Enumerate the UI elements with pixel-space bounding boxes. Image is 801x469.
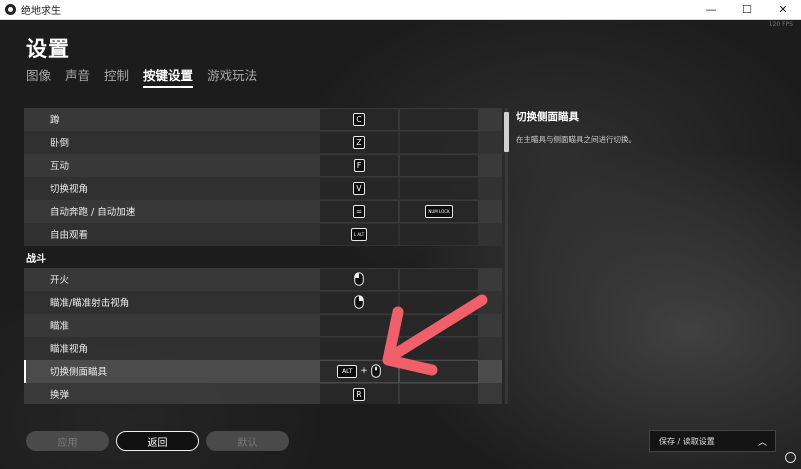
key-cap: C <box>353 112 365 126</box>
key-cap: R <box>353 387 365 401</box>
minimize-button[interactable]: — <box>693 0 729 20</box>
game-window: 绝地求生 — ☐ ✕ 120 FPS 设置 图像 声音 控制 按键设置 游戏玩法… <box>0 0 801 469</box>
binding-label: 切换侧面瞄具 <box>50 367 108 379</box>
tab-key-bindings[interactable]: 按键设置 <box>143 65 194 88</box>
binding-label: 自由观看 <box>50 230 89 242</box>
scrollbar-thumb[interactable] <box>504 112 509 152</box>
binding-label: 互动 <box>50 161 70 173</box>
binding-row-fire[interactable]: 开火 <box>24 268 502 291</box>
binding-label: 切换视角 <box>50 184 89 196</box>
binding-label: 换弹 <box>50 390 70 402</box>
primary-key-slot[interactable]: V <box>320 178 398 199</box>
primary-key-slot[interactable]: R <box>320 384 398 404</box>
key-cap: F <box>353 158 365 172</box>
settings-tabs: 图像 声音 控制 按键设置 游戏玩法 <box>26 65 271 88</box>
back-button[interactable]: 返回 <box>116 431 199 451</box>
binding-row-toggle-view[interactable]: 切换视角 V <box>24 177 502 200</box>
description-title: 切换侧面瞄具 <box>516 111 579 123</box>
save-load-settings-dropdown[interactable]: 保存 / 读取设置 ︿ <box>649 430 776 452</box>
tab-control[interactable]: 控制 <box>104 65 129 88</box>
binding-row-prone[interactable]: 卧倒 Z <box>24 131 502 154</box>
primary-key-slot[interactable]: L ALT <box>320 224 398 245</box>
binding-row-interact[interactable]: 互动 F <box>24 154 502 177</box>
binding-label: 瞄准 <box>50 321 70 333</box>
tab-gameplay[interactable]: 游戏玩法 <box>207 65 257 88</box>
binding-row-free-look[interactable]: 自由观看 L ALT <box>24 223 502 246</box>
close-button[interactable]: ✕ <box>765 0 801 20</box>
scrollbar-track[interactable] <box>505 108 508 404</box>
secondary-key-slot[interactable] <box>400 109 478 130</box>
binding-row-crouch[interactable]: 蹲 C <box>24 108 502 131</box>
loading-ring-icon <box>785 452 796 463</box>
title-bar: 绝地求生 — ☐ ✕ <box>0 0 801 20</box>
key-cap: L ALT <box>350 227 368 241</box>
key-cap: = <box>352 204 366 218</box>
secondary-key-slot[interactable]: NUM LOCK <box>400 201 478 222</box>
secondary-key-slot[interactable] <box>400 155 478 176</box>
section-header-combat: 战斗 <box>26 253 46 265</box>
secondary-key-slot[interactable] <box>400 224 478 245</box>
app-logo-icon <box>5 4 16 15</box>
binding-label: 瞄准/瞄准射击视角 <box>50 298 130 310</box>
secondary-key-slot[interactable] <box>400 178 478 199</box>
primary-key-slot[interactable]: Z <box>320 132 398 153</box>
mouse-left-icon <box>354 272 364 287</box>
binding-label: 卧倒 <box>50 138 70 150</box>
key-cap: V <box>353 181 365 195</box>
fps-counter: 120 FPS <box>768 21 793 28</box>
maximize-button[interactable]: ☐ <box>729 0 765 20</box>
page-title: 设置 <box>26 37 70 61</box>
window-title: 绝地求生 <box>21 6 61 17</box>
save-load-label: 保存 / 读取设置 <box>659 436 715 446</box>
binding-label: 蹲 <box>50 115 60 127</box>
chevron-up-icon: ︿ <box>757 437 767 448</box>
secondary-key-slot[interactable] <box>400 132 478 153</box>
binding-row-auto-run[interactable]: 自动奔跑 / 自动加速 = NUM LOCK <box>24 200 502 223</box>
plus-sign: + <box>360 366 368 377</box>
binding-label: 开火 <box>50 275 70 287</box>
key-cap: Z <box>353 135 365 149</box>
key-cap: ALT <box>337 364 358 378</box>
tab-sound[interactable]: 声音 <box>65 65 90 88</box>
key-cap: NUM LOCK <box>425 204 453 218</box>
primary-key-slot[interactable]: = <box>320 201 398 222</box>
binding-label: 自动奔跑 / 自动加速 <box>50 207 136 219</box>
mouse-right-icon <box>354 295 364 310</box>
window-controls: — ☐ ✕ <box>693 0 801 20</box>
binding-label: 瞄准视角 <box>50 344 89 356</box>
description-text: 在主瞄具与侧面瞄具之间进行切换。 <box>516 135 636 144</box>
primary-key-slot[interactable] <box>320 269 398 290</box>
secondary-key-slot[interactable] <box>400 269 478 290</box>
annotation-arrow-icon <box>382 294 488 376</box>
tab-graphics[interactable]: 图像 <box>26 65 51 88</box>
primary-key-slot[interactable]: F <box>320 155 398 176</box>
default-button[interactable]: 默认 <box>206 431 289 451</box>
apply-button[interactable]: 应用 <box>26 431 109 451</box>
primary-key-slot[interactable]: C <box>320 109 398 130</box>
secondary-key-slot[interactable] <box>400 384 478 404</box>
binding-row-reload[interactable]: 换弹 R <box>24 383 502 404</box>
